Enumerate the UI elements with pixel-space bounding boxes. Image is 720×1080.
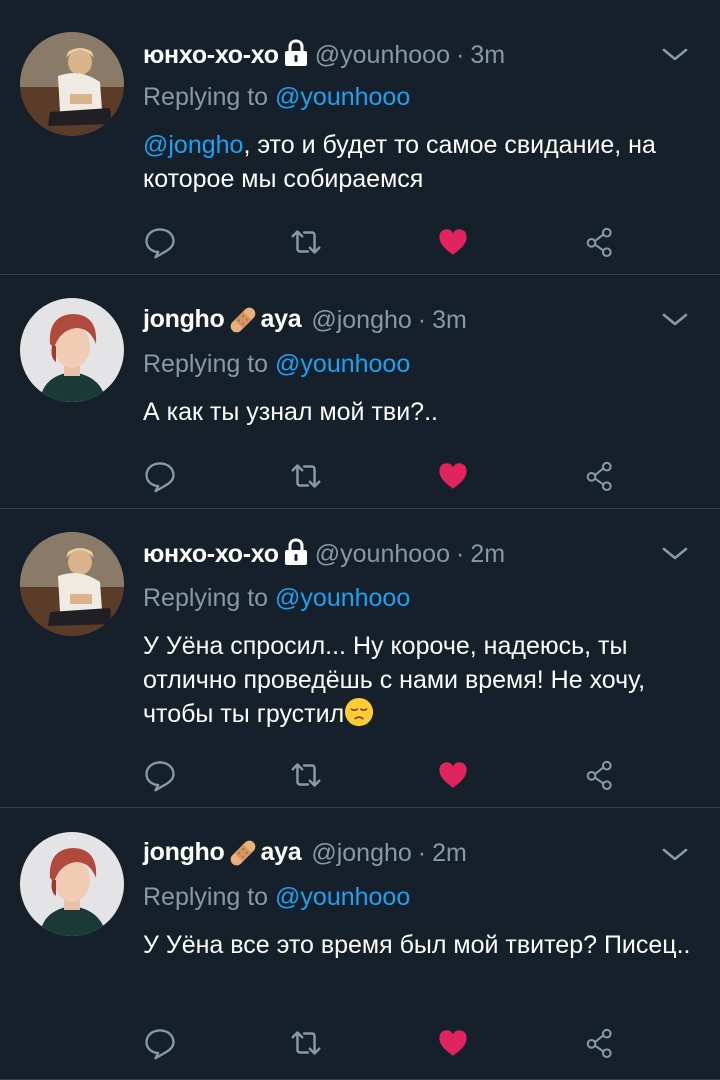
avatar[interactable] — [20, 32, 124, 136]
share-icon[interactable] — [580, 1023, 620, 1063]
tweet-text: У Уёна все это время был мой твитер? Пис… — [143, 931, 691, 959]
display-name[interactable]: юнхо-хо-хо — [143, 41, 279, 70]
lock-icon — [283, 538, 309, 571]
separator: · — [455, 40, 465, 69]
retweet-icon[interactable] — [286, 755, 326, 795]
reply-icon[interactable] — [140, 1023, 180, 1063]
tweet-header: jongho aya @jongho · 3m — [143, 305, 467, 335]
lock-icon — [283, 39, 309, 72]
retweet-icon[interactable] — [286, 456, 326, 496]
action-bar — [140, 222, 620, 262]
chevron-down-icon[interactable] — [660, 309, 690, 334]
chevron-down-icon[interactable] — [660, 844, 690, 869]
action-bar — [140, 755, 620, 795]
tweet-text: @jongho, это и будет то самое свидание, … — [143, 128, 693, 196]
avatar[interactable] — [20, 298, 124, 402]
replying-prefix: Replying to — [143, 883, 269, 911]
replying-to: Replying to @younhooo — [143, 350, 410, 379]
handle[interactable]: @jongho — [311, 306, 411, 335]
replying-prefix: Replying to — [143, 350, 269, 378]
bandage-emoji-icon — [227, 837, 259, 870]
retweet-icon[interactable] — [286, 222, 326, 262]
handle[interactable]: @younhooo — [315, 540, 450, 569]
tweet-header: юнхо-хо-хо @younhooo · 2m — [143, 539, 505, 569]
reply-icon[interactable] — [140, 222, 180, 262]
replying-to-link[interactable]: @younhooo — [275, 883, 410, 911]
heart-icon[interactable] — [433, 222, 473, 262]
separator: · — [455, 539, 465, 568]
timestamp[interactable]: 2m — [470, 540, 505, 569]
action-bar — [140, 1023, 620, 1063]
tweet-header: юнхо-хо-хо @younhooo · 3m — [143, 40, 505, 70]
share-icon[interactable] — [580, 755, 620, 795]
retweet-icon[interactable] — [286, 1023, 326, 1063]
action-bar — [140, 456, 620, 496]
replying-to-link[interactable]: @younhooo — [275, 584, 410, 612]
timestamp[interactable]: 2m — [432, 839, 467, 868]
timestamp[interactable]: 3m — [470, 41, 505, 70]
replying-to-link[interactable]: @younhooo — [275, 83, 410, 111]
bandage-emoji-icon — [227, 304, 259, 337]
tweet-body: У Уёна спросил... Ну короче, надеюсь, ты… — [143, 632, 646, 728]
avatar[interactable] — [20, 832, 124, 936]
replying-prefix: Replying to — [143, 584, 269, 612]
replying-to: Replying to @younhooo — [143, 584, 410, 613]
handle[interactable]: @jongho — [311, 839, 411, 868]
replying-to-link[interactable]: @younhooo — [275, 350, 410, 378]
reply-icon[interactable] — [140, 755, 180, 795]
display-name[interactable]: юнхо-хо-хо — [143, 540, 279, 569]
handle[interactable]: @younhooo — [315, 41, 450, 70]
chevron-down-icon[interactable] — [660, 543, 690, 568]
heart-icon[interactable] — [433, 755, 473, 795]
tweet[interactable]: юнхо-хо-хо @younhooo · 3m Replying to @y… — [0, 0, 720, 275]
tweet-feed: юнхо-хо-хо @younhooo · 3m Replying to @y… — [0, 0, 720, 1080]
share-icon[interactable] — [580, 456, 620, 496]
replying-prefix: Replying to — [143, 83, 269, 111]
chevron-down-icon[interactable] — [660, 44, 690, 69]
tweet[interactable]: jongho aya @jongho · 3m Replying to @youn… — [0, 275, 720, 509]
tweet-header: jongho aya @jongho · 2m — [143, 838, 467, 868]
separator: · — [417, 305, 427, 334]
tweet-text: У Уёна спросил... Ну короче, надеюсь, ты… — [143, 629, 693, 731]
heart-icon[interactable] — [433, 1023, 473, 1063]
replying-to: Replying to @younhooo — [143, 883, 410, 912]
tweet[interactable]: юнхо-хо-хо @younhooo · 2m Replying to @y… — [0, 509, 720, 808]
mention-link[interactable]: @jongho — [143, 131, 243, 159]
reply-icon[interactable] — [140, 456, 180, 496]
timestamp[interactable]: 3m — [432, 306, 467, 335]
replying-to: Replying to @younhooo — [143, 83, 410, 112]
display-name[interactable]: jongho aya — [143, 304, 302, 337]
tweet[interactable]: jongho aya @jongho · 2m Replying to @youn… — [0, 808, 720, 1080]
avatar[interactable] — [20, 532, 124, 636]
heart-icon[interactable] — [433, 456, 473, 496]
display-name[interactable]: jongho aya — [143, 837, 302, 870]
pensive-face-icon — [344, 700, 374, 728]
separator: · — [417, 838, 427, 867]
tweet-text: А как ты узнал мой тви?.. — [143, 398, 438, 426]
share-icon[interactable] — [580, 222, 620, 262]
